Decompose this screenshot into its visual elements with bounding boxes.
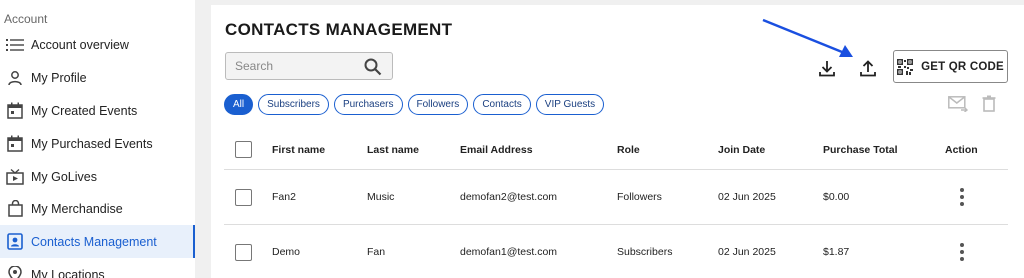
sidebar-item-my-created-events[interactable]: My Created Events: [0, 94, 195, 127]
cell-role: Subscribers: [617, 246, 673, 258]
more-vert-icon[interactable]: [956, 241, 968, 263]
column-header-join-date[interactable]: Join Date: [718, 130, 765, 169]
sidebar-item-label: My Profile: [31, 70, 87, 85]
sidebar-item-label: My Created Events: [31, 103, 138, 118]
cell-join-date: 02 Jun 2025: [718, 246, 776, 258]
send-email-icon[interactable]: [948, 96, 969, 117]
more-vert-icon[interactable]: [956, 186, 968, 208]
calendar-icon: [6, 102, 24, 120]
filter-chips: All Subscribers Purchasers Followers Con…: [224, 94, 605, 115]
chip-all[interactable]: All: [224, 94, 254, 115]
cell-first-name: Fan2: [272, 191, 296, 203]
qr-button-label: GET QR CODE: [921, 60, 1004, 73]
sidebar-item-my-profile[interactable]: My Profile: [0, 61, 195, 94]
get-qr-code-button[interactable]: GET QR CODE: [893, 50, 1008, 83]
sidebar-item-label: My Purchased Events: [31, 136, 153, 151]
contacts-panel: CONTACTS MANAGEMENT GET QR CODE All Subs…: [211, 5, 1024, 278]
sidebar-item-my-purchased-events[interactable]: My Purchased Events: [0, 127, 195, 160]
cell-last-name: Music: [367, 191, 395, 203]
chip-followers[interactable]: Followers: [407, 94, 469, 115]
sidebar-item-my-locations[interactable]: My Locations: [0, 258, 195, 278]
cell-first-name: Demo: [272, 246, 301, 258]
contacts-table: First name Last name Email Address Role …: [224, 130, 1008, 278]
sidebar-item-label: My GoLives: [31, 169, 97, 184]
table-row[interactable]: Demo Fan demofan1@test.com Subscribers 0…: [224, 225, 1008, 278]
search-input[interactable]: [226, 59, 356, 73]
shopping-bag-icon: [6, 200, 24, 218]
sidebar-item-contacts-management[interactable]: Contacts Management: [0, 225, 195, 258]
table-row[interactable]: Fan2 Music demofan2@test.com Followers 0…: [224, 170, 1008, 225]
select-all-checkbox[interactable]: [235, 141, 252, 158]
page-title: CONTACTS MANAGEMENT: [225, 20, 453, 39]
cell-email: demofan1@test.com: [460, 246, 558, 258]
table-header-row: First name Last name Email Address Role …: [224, 130, 1008, 170]
column-header-role[interactable]: Role: [617, 130, 640, 169]
list-icon: [6, 36, 24, 54]
sidebar-item-label: My Locations: [31, 267, 105, 278]
cell-purchase-total: $1.87: [823, 246, 850, 258]
column-header-first-name[interactable]: First name: [272, 130, 325, 169]
live-tv-icon: [6, 168, 24, 186]
cell-last-name: Fan: [367, 246, 386, 258]
search-box: [225, 52, 393, 80]
column-header-purchase-total[interactable]: Purchase Total: [823, 130, 898, 169]
search-icon[interactable]: [364, 58, 382, 81]
row-checkbox[interactable]: [235, 243, 252, 261]
chip-vip-guests[interactable]: VIP Guests: [535, 94, 605, 115]
cell-email: demofan2@test.com: [460, 191, 558, 203]
cell-role: Followers: [617, 191, 662, 203]
calendar-icon: [6, 135, 24, 153]
qr-code-icon: [897, 58, 914, 75]
sidebar-item-label: My Merchandise: [31, 201, 123, 216]
chip-contacts[interactable]: Contacts: [473, 94, 531, 115]
sidebar-item-my-golives[interactable]: My GoLives: [0, 160, 195, 193]
sidebar-item-label: Contacts Management: [31, 234, 157, 249]
column-header-email[interactable]: Email Address: [460, 130, 533, 169]
column-header-last-name[interactable]: Last name: [367, 130, 419, 169]
row-checkbox[interactable]: [235, 188, 252, 206]
cell-purchase-total: $0.00: [823, 191, 850, 203]
contact-badge-icon: [6, 233, 24, 251]
person-icon: [6, 69, 24, 87]
sidebar-item-my-merchandise[interactable]: My Merchandise: [0, 192, 195, 225]
location-pin-icon: [6, 266, 24, 278]
sidebar-item-account-overview[interactable]: Account overview: [0, 28, 195, 61]
sidebar: Account Account overview My Profile My C…: [0, 0, 195, 278]
trash-icon[interactable]: [982, 95, 996, 117]
cell-join-date: 02 Jun 2025: [718, 191, 776, 203]
sidebar-header: Account: [4, 12, 48, 26]
sidebar-item-label: Account overview: [31, 37, 129, 52]
column-header-action: Action: [945, 143, 978, 156]
chip-purchasers[interactable]: Purchasers: [333, 94, 403, 115]
chip-subscribers[interactable]: Subscribers: [258, 94, 329, 115]
annotation-arrow: [762, 18, 853, 57]
